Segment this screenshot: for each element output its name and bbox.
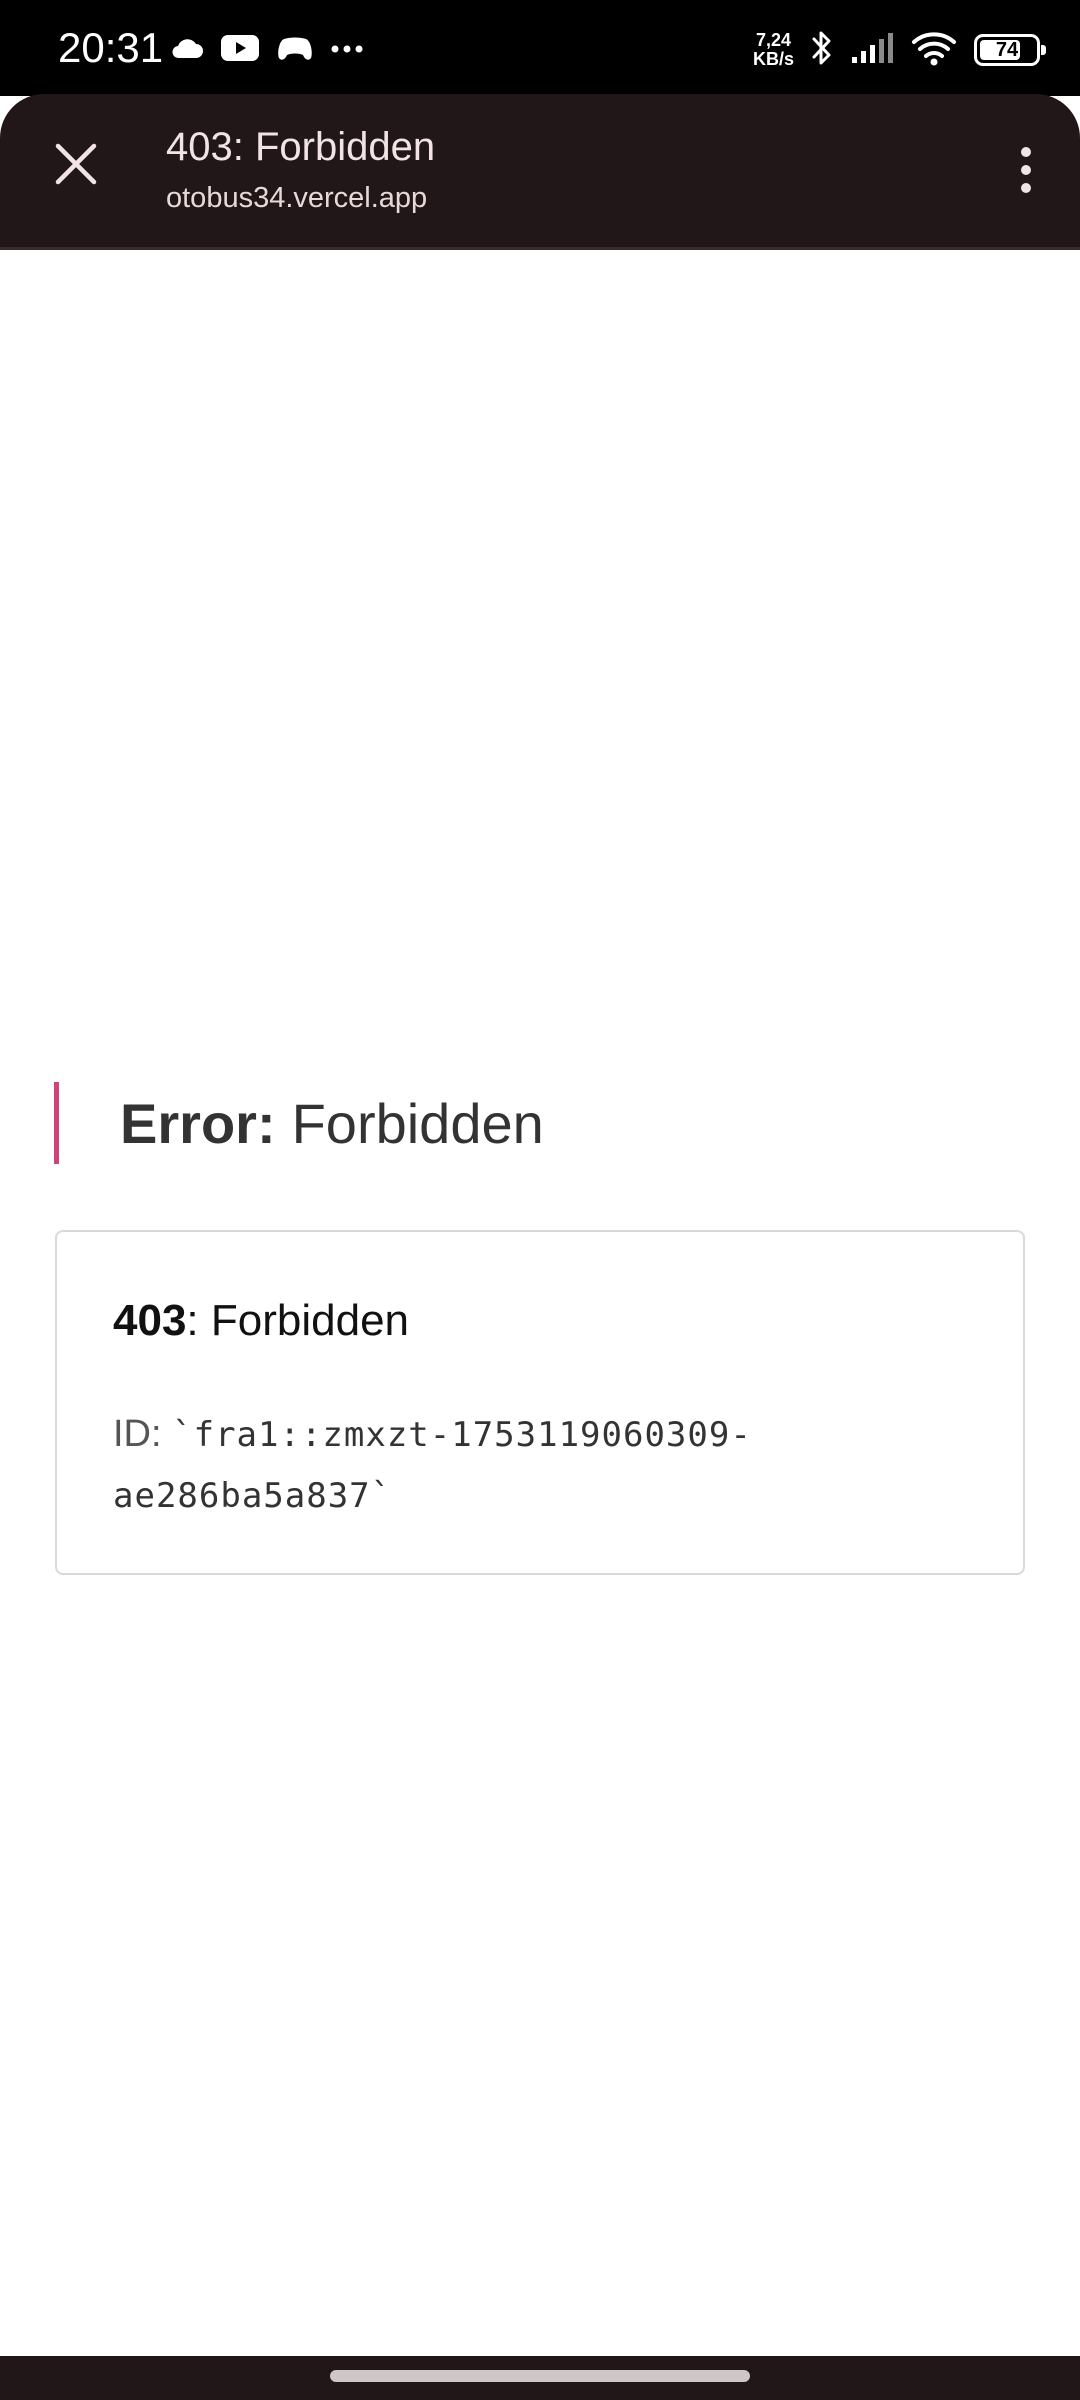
- network-speed-value: 7,24: [755, 30, 792, 50]
- home-gesture-handle[interactable]: [330, 2370, 750, 2382]
- error-heading: Error: Forbidden: [54, 1082, 544, 1164]
- bluetooth-icon: [810, 29, 834, 72]
- error-id: ID: `fra1::zmxzt-1753119060309-ae286ba5a…: [113, 1404, 973, 1526]
- system-icons: 7,24 KB/s 74: [753, 24, 1046, 76]
- status-time: 20:31: [58, 24, 164, 71]
- battery-cap: [1041, 45, 1046, 55]
- battery-icon: 74: [974, 34, 1046, 66]
- status-bar: 20:31 7,24 KB/s 74: [0, 0, 1080, 96]
- browser-toolbar: [0, 94, 1080, 250]
- network-speed-unit: KB/s: [752, 49, 794, 69]
- error-text: Forbidden: [291, 1091, 544, 1155]
- more-notifications-icon: [330, 41, 364, 59]
- notification-icons: [170, 30, 364, 70]
- close-icon: [55, 143, 97, 185]
- error-details-card: 403: Forbidden ID: `fra1::zmxzt-17531190…: [55, 1230, 1025, 1575]
- cloud-icon: [170, 36, 204, 65]
- youtube-icon: [220, 33, 260, 68]
- error-code: 403: [113, 1296, 187, 1345]
- page-title: 403: Forbidden: [166, 125, 436, 169]
- screen: 20:31 7,24 KB/s 74 403: Forbidden otobus…: [0, 0, 1080, 2400]
- signal-icon: [850, 31, 894, 70]
- close-button[interactable]: [40, 128, 112, 200]
- error-label: Error:: [120, 1091, 276, 1155]
- error-id-label: ID:: [113, 1413, 162, 1455]
- network-speed: 7,24 KB/s: [753, 31, 794, 69]
- page-url[interactable]: otobus34.vercel.app: [166, 180, 427, 216]
- error-id-value: `fra1::zmxzt-1753119060309-ae286ba5a837`: [113, 1415, 752, 1516]
- wifi-icon: [910, 29, 958, 72]
- error-code-separator: :: [186, 1296, 199, 1345]
- game-controller-icon: [276, 33, 314, 68]
- more-vert-icon: [1021, 147, 1031, 193]
- toolbar-divider: [0, 247, 1080, 250]
- battery-level: 74: [995, 38, 1019, 61]
- more-options-button[interactable]: [996, 134, 1056, 206]
- error-code-line: 403: Forbidden: [113, 1294, 409, 1348]
- error-message: Forbidden: [210, 1296, 410, 1345]
